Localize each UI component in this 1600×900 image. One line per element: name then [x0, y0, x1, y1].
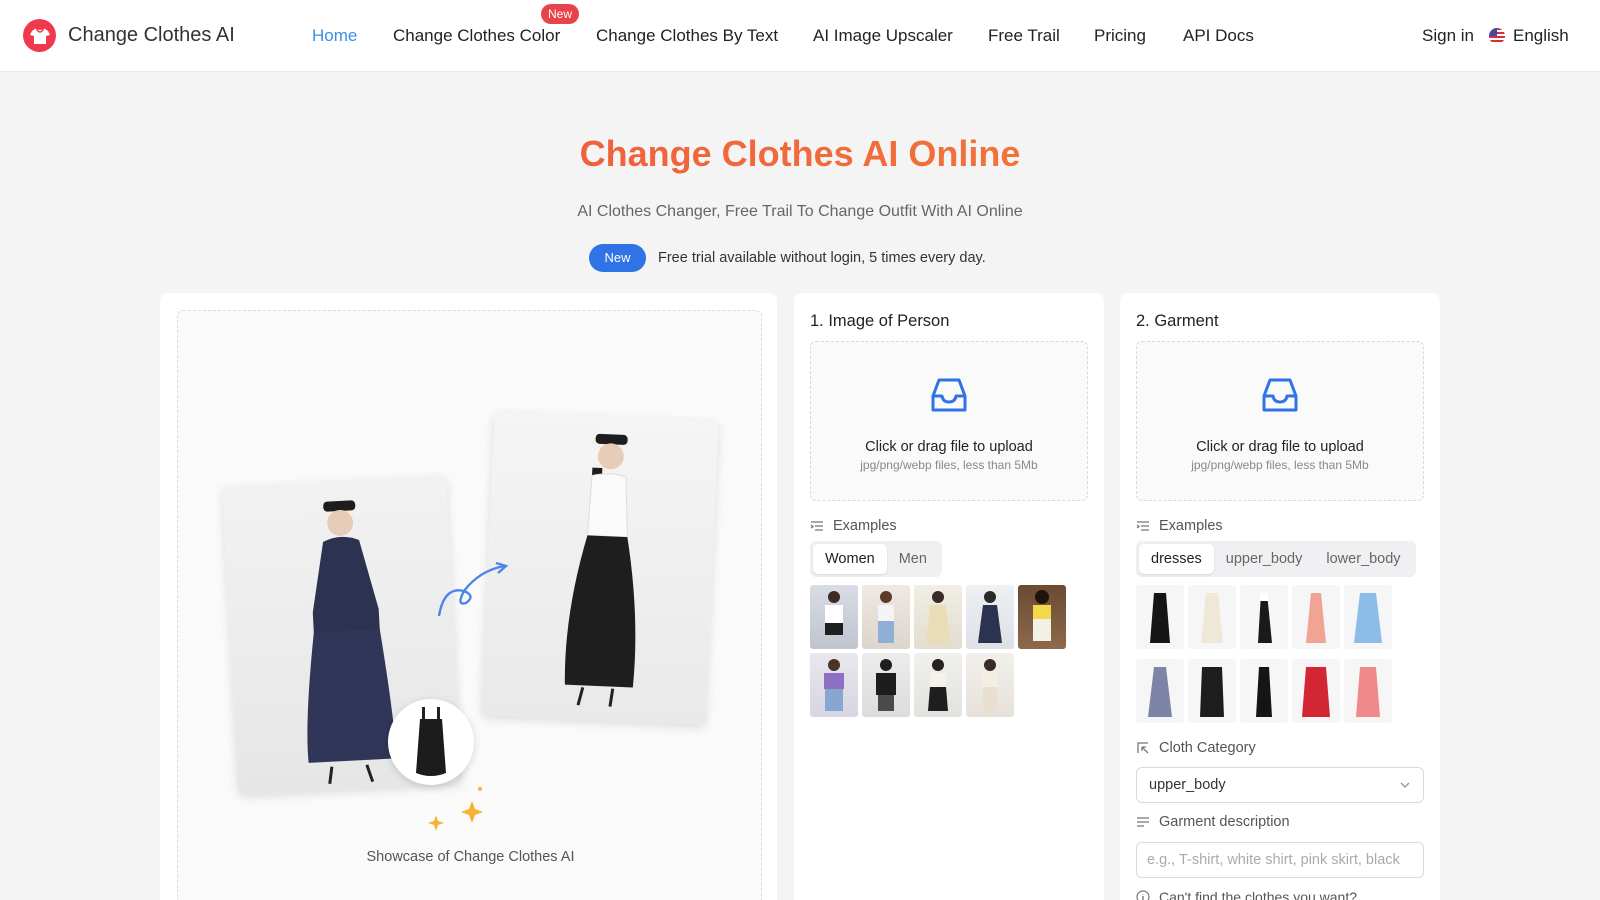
upload-text: Click or drag file to upload: [865, 439, 1033, 455]
garment-example[interactable]: [1188, 659, 1236, 723]
person-example[interactable]: [862, 585, 910, 649]
person-example[interactable]: [966, 653, 1014, 717]
person-example[interactable]: [810, 585, 858, 649]
person-example[interactable]: [862, 653, 910, 717]
garment-example[interactable]: [1240, 585, 1288, 649]
garment-examples-label: Examples: [1136, 518, 1223, 534]
person-example[interactable]: [914, 585, 962, 649]
sign-in-link[interactable]: Sign in: [1422, 26, 1474, 46]
person-panel-title: 1. Image of Person: [810, 312, 950, 330]
list-icon: [1136, 519, 1150, 533]
top-header: Change Clothes AI Home Change Clothes Co…: [0, 0, 1600, 72]
garment-example[interactable]: [1292, 659, 1340, 723]
person-example[interactable]: [1018, 585, 1066, 649]
garment-category-tabs: dresses upper_body lower_body: [1136, 541, 1416, 577]
nav-change-clothes-by-text[interactable]: Change Clothes By Text: [596, 26, 778, 46]
garment-example[interactable]: [1136, 659, 1184, 723]
tab-lower-body[interactable]: lower_body: [1314, 544, 1412, 574]
upload-text: Click or drag file to upload: [1196, 439, 1364, 455]
person-gender-tabs: Women Men: [810, 541, 942, 577]
arrow-icon: [437, 561, 509, 617]
garment-example[interactable]: [1292, 585, 1340, 649]
nav-change-clothes-color[interactable]: Change Clothes Color: [393, 26, 560, 46]
garment-example[interactable]: [1240, 659, 1288, 723]
trial-notice: New Free trial available without login, …: [589, 244, 986, 272]
upload-hint: jpg/png/webp files, less than 5Mb: [860, 458, 1038, 472]
tab-men[interactable]: Men: [887, 544, 939, 574]
upload-hint: jpg/png/webp files, less than 5Mb: [1191, 458, 1369, 472]
garment-upload-dropzone[interactable]: Click or drag file to upload jpg/png/web…: [1136, 341, 1424, 501]
garment-example[interactable]: [1344, 585, 1392, 649]
nav-api-docs[interactable]: API Docs: [1183, 26, 1254, 46]
garment-panel: 2. Garment Click or drag file to upload …: [1120, 293, 1440, 900]
info-icon: [1136, 890, 1150, 900]
garment-panel-title: 2. Garment: [1136, 312, 1219, 330]
nav-free-trail[interactable]: Free Trail: [988, 26, 1060, 46]
garment-description-label: Garment description: [1136, 814, 1290, 830]
tab-dresses[interactable]: dresses: [1139, 544, 1214, 574]
garment-example[interactable]: [1188, 585, 1236, 649]
trial-new-badge: New: [589, 244, 646, 272]
person-upload-dropzone[interactable]: Click or drag file to upload jpg/png/web…: [810, 341, 1088, 501]
language-selector[interactable]: English: [1513, 26, 1569, 46]
us-flag-icon[interactable]: [1489, 28, 1505, 44]
new-badge: New: [541, 4, 580, 24]
showcase-panel: Showcase of Change Clothes AI: [160, 293, 777, 900]
person-panel: 1. Image of Person Click or drag file to…: [794, 293, 1104, 900]
page-title: Change Clothes AI Online: [0, 133, 1600, 175]
after-photo: [481, 411, 719, 725]
text-lines-icon: [1136, 815, 1150, 829]
showcase-caption: Showcase of Change Clothes AI: [366, 849, 575, 865]
chevron-down-icon: [1400, 782, 1410, 788]
person-example[interactable]: [966, 585, 1014, 649]
select-icon: [1136, 741, 1150, 755]
person-example[interactable]: [810, 653, 858, 717]
garment-example[interactable]: [1344, 659, 1392, 723]
nav-home[interactable]: Home: [312, 26, 357, 46]
cant-find-link[interactable]: Can't find the clothes you want?: [1136, 889, 1357, 900]
cloth-category-label: Cloth Category: [1136, 740, 1256, 756]
cloth-category-value: upper_body: [1149, 777, 1226, 793]
nav-ai-image-upscaler[interactable]: AI Image Upscaler: [813, 26, 953, 46]
garment-example[interactable]: [1136, 585, 1184, 649]
garment-examples-grid: [1136, 585, 1392, 729]
brand-name[interactable]: Change Clothes AI: [68, 24, 235, 47]
showcase-frame: Showcase of Change Clothes AI: [177, 310, 762, 900]
inbox-icon: [1262, 378, 1298, 412]
nav-pricing[interactable]: Pricing: [1094, 26, 1146, 46]
garment-circle: [388, 699, 474, 785]
inbox-icon: [931, 378, 967, 412]
page-subtitle: AI Clothes Changer, Free Trail To Change…: [577, 203, 1023, 220]
garment-description-input[interactable]: [1136, 842, 1424, 878]
tab-women[interactable]: Women: [813, 544, 887, 574]
trial-notice-text: Free trial available without login, 5 ti…: [658, 250, 986, 266]
sparkle-icon: [428, 787, 483, 831]
list-icon: [810, 519, 824, 533]
person-examples-grid: [810, 585, 1066, 717]
person-example[interactable]: [914, 653, 962, 717]
tab-upper-body[interactable]: upper_body: [1214, 544, 1315, 574]
person-examples-label: Examples: [810, 518, 897, 534]
cloth-category-select[interactable]: upper_body: [1136, 767, 1424, 803]
logo-icon[interactable]: [23, 19, 56, 52]
